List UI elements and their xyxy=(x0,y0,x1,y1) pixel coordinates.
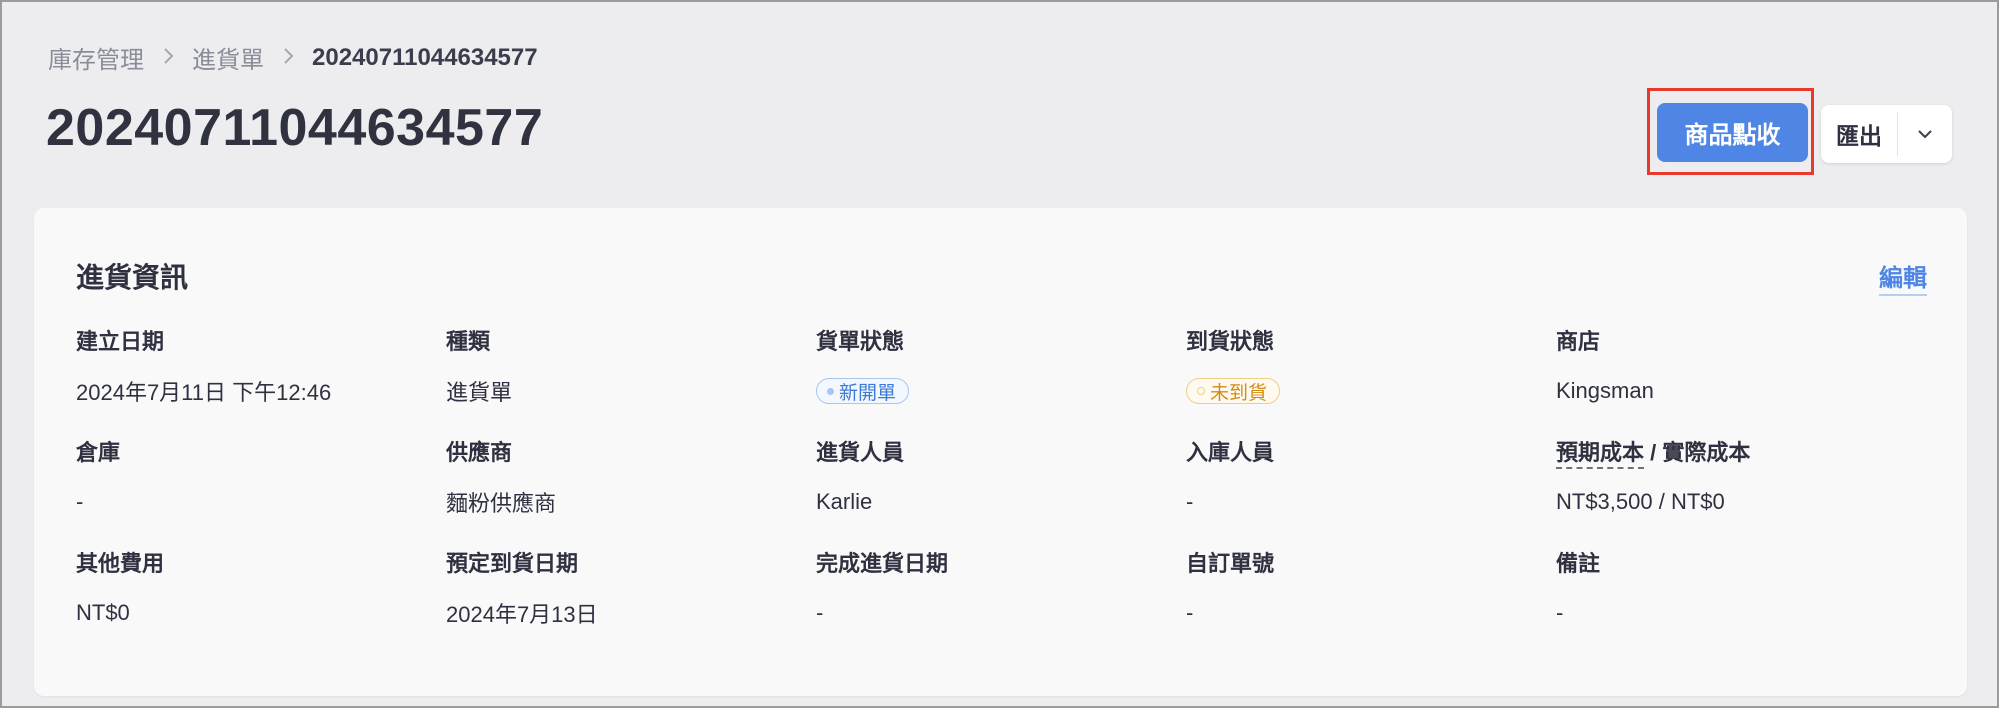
field-cost: 預期成本 / 實際成本 NT$3,500 / NT$0 xyxy=(1556,435,1750,517)
field-label: 到貨狀態 xyxy=(1186,329,1275,354)
field-label: 入庫人員 xyxy=(1186,440,1275,465)
field-value: - xyxy=(816,600,824,625)
field-label: 其他費用 xyxy=(76,551,165,576)
status-badge: 未到貨 xyxy=(1186,378,1281,404)
field-purchaser: 進貨人員 Karlie xyxy=(816,435,904,517)
status-dot-icon xyxy=(827,387,834,395)
status-badge-label: 未到貨 xyxy=(1210,382,1268,404)
field-value: 麵粉供應商 xyxy=(446,491,557,516)
breadcrumb-current: 20240711044634577 xyxy=(312,43,538,71)
receive-goods-button[interactable]: 商品點收 xyxy=(1657,103,1808,162)
field-label: 備註 xyxy=(1556,551,1601,576)
field-value: NT$0 xyxy=(76,600,130,625)
field-label: 自訂單號 xyxy=(1186,551,1275,576)
field-label: 進貨人員 xyxy=(816,440,905,465)
field-label: 完成進貨日期 xyxy=(816,551,949,576)
breadcrumb-purchase-order-link[interactable]: 進貨單 xyxy=(192,40,264,75)
field-label: 預期成本 / 實際成本 xyxy=(1556,435,1751,469)
field-receiver: 入庫人員 - xyxy=(1186,435,1274,517)
chevron-down-icon xyxy=(1918,130,1932,139)
edit-link[interactable]: 編輯 xyxy=(1879,258,1927,296)
field-notes: 備註 - xyxy=(1556,546,1600,628)
field-completed-date: 完成進貨日期 - xyxy=(816,546,948,628)
field-value: Kingsman xyxy=(1556,378,1654,403)
field-created-date: 建立日期 2024年7月11日 下午12:46 xyxy=(76,324,331,406)
field-value: 2024年7月13日 xyxy=(446,602,598,627)
page-title: 20240711044634577 xyxy=(46,99,544,157)
field-value: NT$3,500 / NT$0 xyxy=(1556,489,1725,514)
status-badge: 新開單 xyxy=(816,378,910,404)
field-value: - xyxy=(1186,489,1194,514)
card-title: 進貨資訊 xyxy=(76,262,189,293)
field-arrival-status: 到貨狀態 未到貨 xyxy=(1186,324,1281,406)
export-button[interactable]: 匯出 xyxy=(1821,117,1897,151)
chevron-right-icon xyxy=(162,45,174,71)
export-button-group: 匯出 xyxy=(1821,105,1952,163)
field-expected-arrival: 預定到貨日期 2024年7月13日 xyxy=(446,546,598,628)
field-warehouse: 倉庫 - xyxy=(76,435,120,517)
purchase-info-card: 進貨資訊 編輯 建立日期 2024年7月11日 下午12:46 種類 進貨單 貨… xyxy=(34,208,1967,696)
field-value: - xyxy=(76,489,84,514)
breadcrumb: 庫存管理 進貨單 20240711044634577 xyxy=(48,40,538,75)
field-other-fees: 其他費用 NT$0 xyxy=(76,546,164,628)
field-order-status: 貨單狀態 新開單 xyxy=(816,324,910,406)
status-badge-label: 新開單 xyxy=(839,382,897,404)
cost-label-separator: / xyxy=(1644,440,1663,465)
field-custom-order-number: 自訂單號 - xyxy=(1186,546,1274,628)
breadcrumb-inventory-link[interactable]: 庫存管理 xyxy=(48,40,144,75)
field-label: 貨單狀態 xyxy=(816,329,905,354)
field-value: - xyxy=(1556,600,1564,625)
status-dot-icon xyxy=(1197,387,1205,395)
field-label: 商店 xyxy=(1556,329,1601,354)
expected-cost-tooltip-label[interactable]: 預期成本 xyxy=(1556,440,1645,469)
field-value: - xyxy=(1186,600,1194,625)
field-label: 種類 xyxy=(446,329,491,354)
field-type: 種類 進貨單 xyxy=(446,324,512,406)
field-value: Karlie xyxy=(816,489,873,514)
field-supplier: 供應商 麵粉供應商 xyxy=(446,435,556,517)
field-label: 預定到貨日期 xyxy=(446,551,579,576)
chevron-right-icon xyxy=(282,45,294,71)
field-value-wrap: 未到貨 xyxy=(1186,376,1281,406)
field-value-wrap: 新開單 xyxy=(816,376,910,406)
export-dropdown-button[interactable] xyxy=(1898,128,1952,140)
field-label: 建立日期 xyxy=(76,329,165,354)
actual-cost-label: 實際成本 xyxy=(1662,440,1751,465)
field-label: 供應商 xyxy=(446,440,513,465)
field-label: 倉庫 xyxy=(76,440,121,465)
field-value: 進貨單 xyxy=(446,380,513,405)
field-value: 2024年7月11日 下午12:46 xyxy=(76,380,332,405)
field-store: 商店 Kingsman xyxy=(1556,324,1654,406)
